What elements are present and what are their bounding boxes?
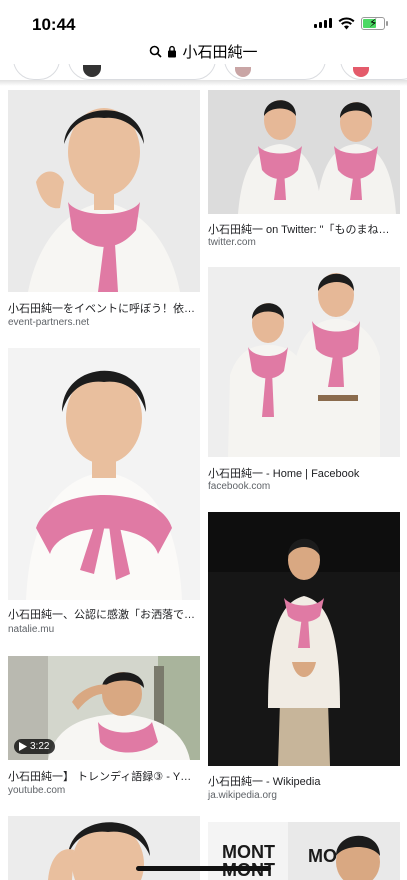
video-duration-badge: 3:22 [14,739,56,754]
svg-text:MONT: MONT [222,842,275,862]
battery-icon: ⚡ [361,16,388,30]
result-source: ja.wikipedia.org [208,790,277,801]
result-card[interactable]: 小石田純一をイベントに呼ぼう！依… event-partners.net [8,90,200,330]
result-card[interactable]: 小石田純一、公認に感激「お洒落で… natalie.mu [8,348,200,640]
url-query-text: 小石田純一 [182,44,258,61]
result-image[interactable] [208,90,400,214]
home-indicator[interactable] [136,866,271,871]
lock-icon [168,45,177,58]
result-card[interactable]: MONT MONT MONT [208,822,400,880]
related-chip[interactable] [68,64,216,80]
status-time: 10:44 [32,15,76,34]
result-caption: 小石田純一 - Wikipedia [208,776,321,788]
result-source: twitter.com [208,237,256,248]
result-image[interactable] [8,90,200,292]
result-image[interactable] [208,512,400,766]
result-image[interactable] [8,348,200,600]
result-card[interactable]: 小石田純一 - Home | Facebook facebook.com [208,267,400,497]
result-image[interactable] [208,267,400,457]
toolbar-shadow [0,80,407,86]
result-card[interactable]: 小石田純一 on Twitter: "「ものまね… twitter.com [208,90,400,250]
result-source: natalie.mu [8,624,55,635]
search-icon [150,45,163,58]
related-chip[interactable] [13,64,60,80]
wifi-icon [338,17,355,30]
result-caption: 小石田純一】 トレンディ語録③ - Y… [8,771,192,783]
result-source: event-partners.net [8,317,90,328]
cellular-signal-icon [314,18,332,28]
result-image[interactable]: MONT MONT MONT [208,822,400,880]
result-caption: 小石田純一 on Twitter: "「ものまね… [208,224,390,236]
result-card[interactable]: 3:22 小石田純一】 トレンディ語録③ - Y… youtube.com [8,656,200,800]
result-caption: 小石田純一 - Home | Facebook [208,468,360,480]
result-source: youtube.com [8,785,66,796]
result-source: facebook.com [208,481,271,492]
url-bar[interactable]: 小石田純一 [0,38,407,64]
video-duration-text: 3:22 [30,741,50,752]
result-card[interactable]: 小石田純一 - Wikipedia ja.wikipedia.org [208,512,400,808]
related-chip[interactable] [224,64,326,80]
result-caption: 小石田純一をイベントに呼ぼう！依… [8,303,195,315]
result-caption: 小石田純一、公認に感激「お洒落で… [8,609,195,621]
related-chip[interactable] [340,64,407,80]
result-image[interactable]: 3:22 [8,656,200,760]
play-icon [19,742,27,751]
